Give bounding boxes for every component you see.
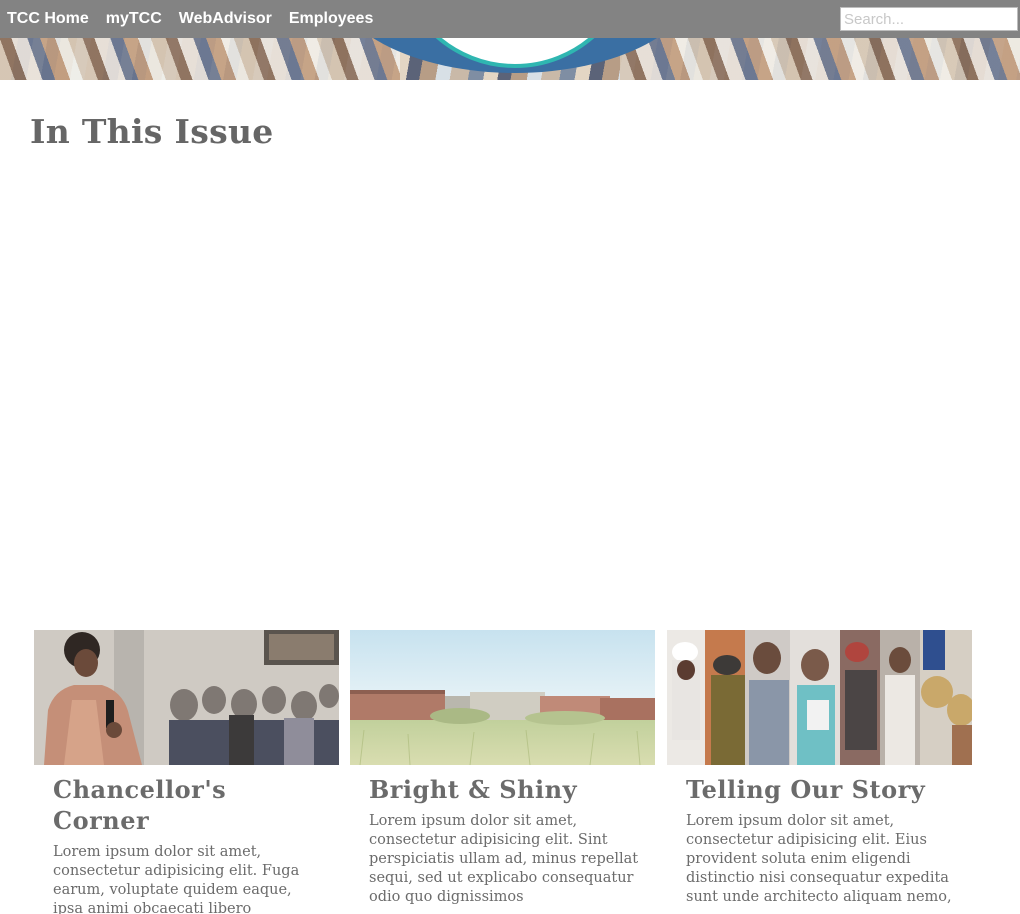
article-card-chancellors-corner[interactable]: Chancellor's Corner Lorem ipsum dolor si… [34, 630, 339, 914]
card-title[interactable]: Chancellor's Corner [53, 774, 323, 836]
newsletter-page: TCC Home myTCC WebAdvisor Employees In T… [0, 0, 1020, 914]
main-nav: TCC Home myTCC WebAdvisor Employees [7, 0, 390, 38]
banner-photo-collage-right [620, 38, 1020, 80]
nav-link-mytcc[interactable]: myTCC [106, 10, 162, 28]
article-card-telling-our-story[interactable]: Telling Our Story Lorem ipsum dolor sit … [667, 630, 972, 914]
card-image-collage[interactable] [667, 630, 972, 765]
search-input[interactable] [840, 7, 1018, 31]
page-title: In This Issue [30, 112, 274, 151]
banner-photo-collage-left [0, 38, 400, 80]
article-card-bright-and-shiny[interactable]: Bright & Shiny Lorem ipsum dolor sit ame… [350, 630, 655, 914]
card-title[interactable]: Telling Our Story [686, 774, 956, 805]
nav-link-webadvisor[interactable]: WebAdvisor [179, 10, 272, 28]
nav-link-employees[interactable]: Employees [289, 10, 373, 28]
card-excerpt: Lorem ipsum dolor sit amet, consectetur … [369, 813, 639, 905]
top-navigation-bar: TCC Home myTCC WebAdvisor Employees [0, 0, 1020, 38]
card-excerpt: Lorem ipsum dolor sit amet, consectetur … [53, 844, 300, 914]
card-excerpt: Lorem ipsum dolor sit amet, consectetur … [686, 813, 952, 905]
nav-link-tcc-home[interactable]: TCC Home [7, 10, 89, 28]
card-image-speaker[interactable] [34, 630, 339, 765]
header-banner [0, 38, 1020, 80]
card-image-building[interactable] [350, 630, 655, 765]
card-title[interactable]: Bright & Shiny [369, 774, 639, 805]
